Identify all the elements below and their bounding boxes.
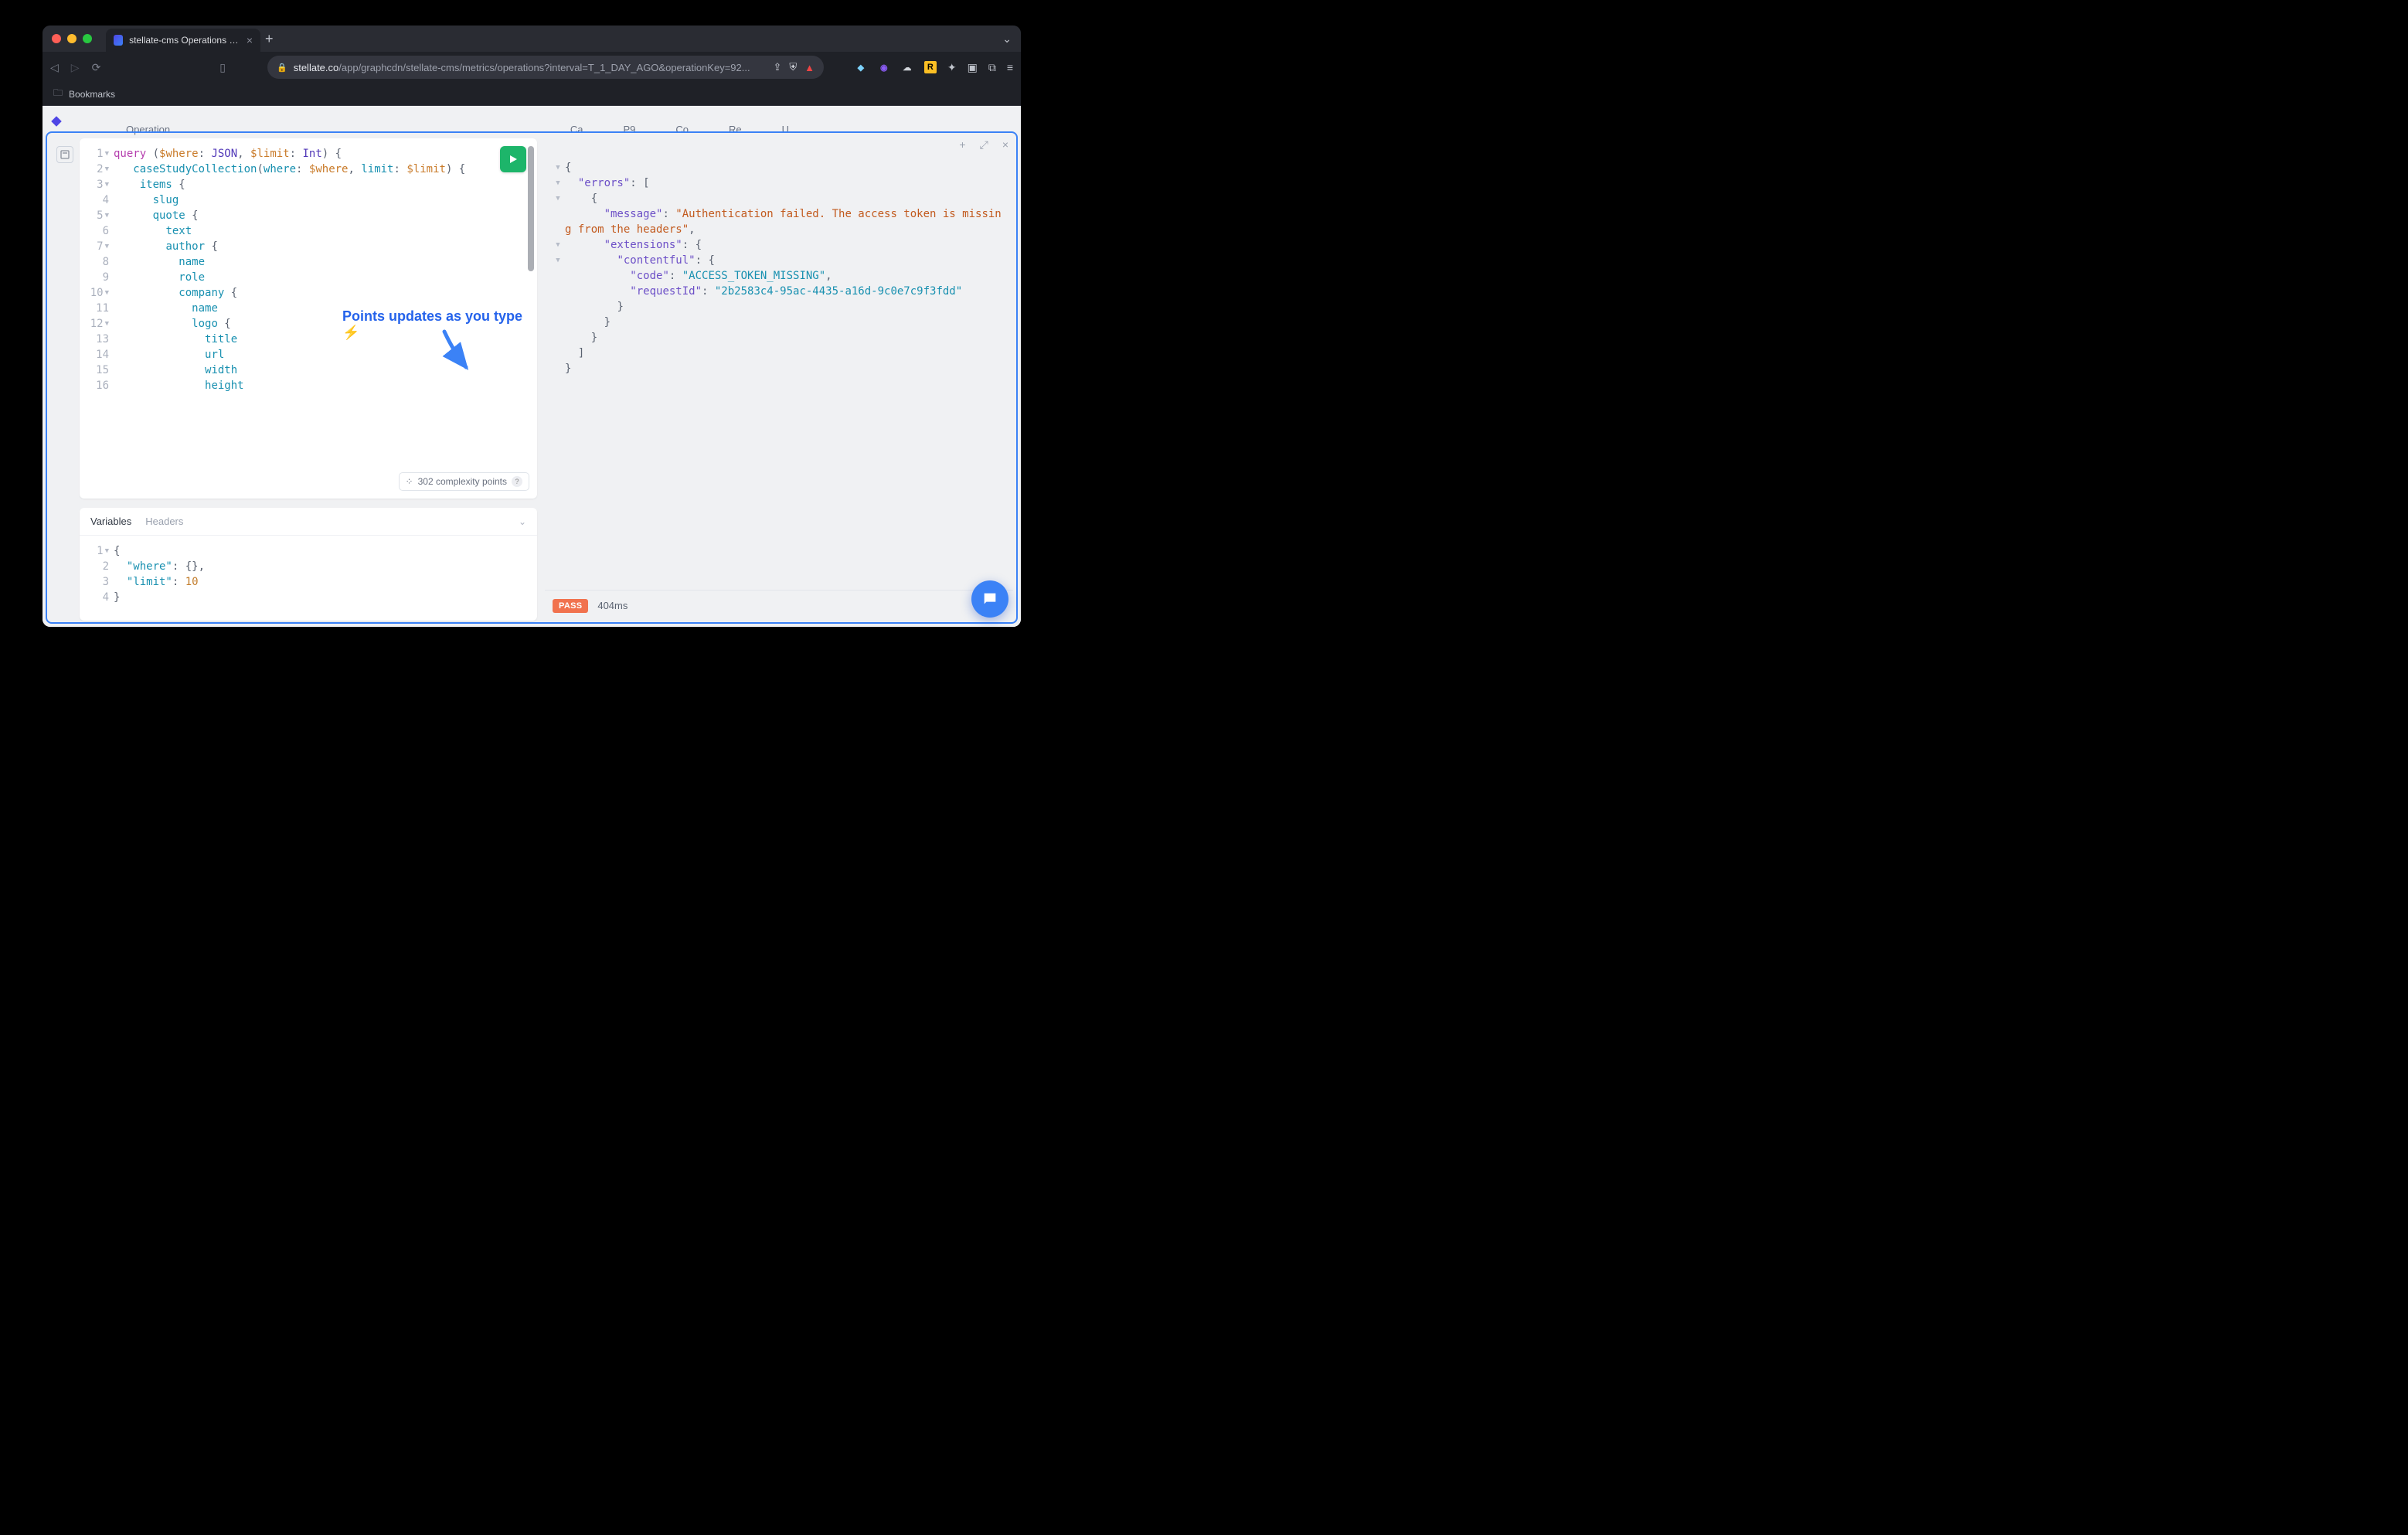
add-tab-icon[interactable]: + bbox=[959, 138, 965, 151]
query-editor[interactable]: 1▼2▼3▼45▼67▼8910▼1112▼13141516 query ($w… bbox=[80, 138, 537, 499]
vars-gutter: 1▼234 bbox=[84, 543, 114, 605]
graphiql-playground: 1▼2▼3▼45▼67▼8910▼1112▼13141516 query ($w… bbox=[50, 138, 1013, 621]
tab-variables[interactable]: Variables bbox=[90, 516, 131, 527]
browser-toolbar: ◁ ▷ ⟳ ▯ 🔒 stellate.co/app/graphcdn/stell… bbox=[43, 52, 1021, 83]
result-gutter: ▼▼▼▼▼ bbox=[551, 160, 565, 577]
lock-icon: 🔒 bbox=[277, 63, 287, 73]
close-icon[interactable]: × bbox=[1002, 138, 1008, 151]
ext-icon-4[interactable]: R bbox=[924, 61, 937, 73]
page-content: Operation Ca P9 Co Re U 1▼2▼3▼45▼67▼89 bbox=[43, 106, 1021, 627]
browser-tab[interactable]: stellate-cms Operations - Stella × bbox=[106, 29, 260, 52]
ext-icon-2[interactable]: ◉ bbox=[878, 61, 890, 73]
browser-window: stellate-cms Operations - Stella × + ⌄ ◁… bbox=[43, 26, 1021, 627]
close-tab-icon[interactable]: × bbox=[247, 34, 253, 46]
back-icon[interactable]: ◁ bbox=[50, 61, 59, 74]
result-toolbar: + ⤢ × bbox=[959, 138, 1008, 151]
variables-code[interactable]: { "where": {}, "limit": 10} bbox=[114, 543, 537, 605]
line-gutter: 1▼2▼3▼45▼67▼8910▼1112▼13141516 bbox=[84, 146, 114, 398]
reload-icon[interactable]: ⟳ bbox=[92, 61, 101, 74]
annotation-arrow-icon bbox=[438, 328, 477, 375]
ext-icon-1[interactable]: ◆ bbox=[855, 61, 867, 73]
url-text: stellate.co/app/graphcdn/stellate-cms/me… bbox=[294, 62, 767, 73]
status-row: PASS 404ms bbox=[545, 590, 1013, 621]
bookmarks-bar: 🗀 Bookmarks bbox=[43, 83, 1021, 106]
variables-pane: Variables Headers ⌄ 1▼234 { "where": {},… bbox=[80, 508, 537, 621]
panel-icon[interactable]: ▣ bbox=[968, 61, 978, 74]
scrollbar[interactable] bbox=[528, 146, 534, 271]
run-button[interactable] bbox=[500, 146, 526, 172]
brave-icon[interactable]: ▲ bbox=[804, 62, 815, 73]
folder-icon: 🗀 bbox=[53, 86, 63, 102]
traffic-lights bbox=[52, 34, 92, 43]
share-icon[interactable]: ⇪ bbox=[773, 61, 781, 73]
expand-icon[interactable]: ⤢ bbox=[980, 138, 988, 151]
docs-panel-button[interactable] bbox=[56, 146, 73, 163]
titlebar: stellate-cms Operations - Stella × + ⌄ bbox=[43, 26, 1021, 52]
tab-title: stellate-cms Operations - Stella bbox=[129, 35, 240, 46]
close-window-button[interactable] bbox=[52, 34, 61, 43]
bookmarks-label[interactable]: Bookmarks bbox=[69, 89, 115, 100]
variables-tabs: Variables Headers ⌄ bbox=[80, 508, 537, 536]
response-time: 404ms bbox=[597, 600, 628, 611]
reader-icon[interactable]: ▯ bbox=[219, 61, 226, 74]
extension-icons: ◆ ◉ ☁ R ✦ ▣ ⧉ ≡ bbox=[855, 61, 1013, 74]
puzzle-icon[interactable]: ✦ bbox=[947, 61, 957, 74]
menu-icon[interactable]: ≡ bbox=[1007, 61, 1013, 73]
minimize-window-button[interactable] bbox=[67, 34, 77, 43]
complexity-value: 302 complexity points bbox=[418, 476, 507, 487]
window-chevron-icon[interactable]: ⌄ bbox=[1002, 32, 1012, 46]
playground-sidebar bbox=[50, 138, 80, 621]
result-pane[interactable]: ▼▼▼▼▼ { "errors": [ { "message": "Authen… bbox=[545, 138, 1013, 584]
pass-badge: PASS bbox=[553, 599, 588, 613]
graph-icon: ⁘ bbox=[406, 476, 413, 487]
forward-icon[interactable]: ▷ bbox=[71, 61, 80, 74]
complexity-badge: ⁘ 302 complexity points ? bbox=[399, 472, 529, 491]
tab-headers[interactable]: Headers bbox=[145, 516, 183, 527]
pip-icon[interactable]: ⧉ bbox=[988, 61, 996, 74]
url-bar[interactable]: 🔒 stellate.co/app/graphcdn/stellate-cms/… bbox=[267, 56, 824, 79]
tab-favicon bbox=[114, 35, 123, 46]
shield-icon[interactable]: ⛨ bbox=[789, 61, 797, 73]
help-icon[interactable]: ? bbox=[512, 476, 522, 487]
new-tab-button[interactable]: + bbox=[265, 31, 274, 47]
intercom-button[interactable] bbox=[971, 580, 1008, 618]
collapse-icon[interactable]: ⌄ bbox=[519, 516, 526, 527]
maximize-window-button[interactable] bbox=[83, 34, 92, 43]
result-code: { "errors": [ { "message": "Authenticati… bbox=[565, 160, 1007, 577]
ext-icon-3[interactable]: ☁ bbox=[901, 61, 913, 73]
